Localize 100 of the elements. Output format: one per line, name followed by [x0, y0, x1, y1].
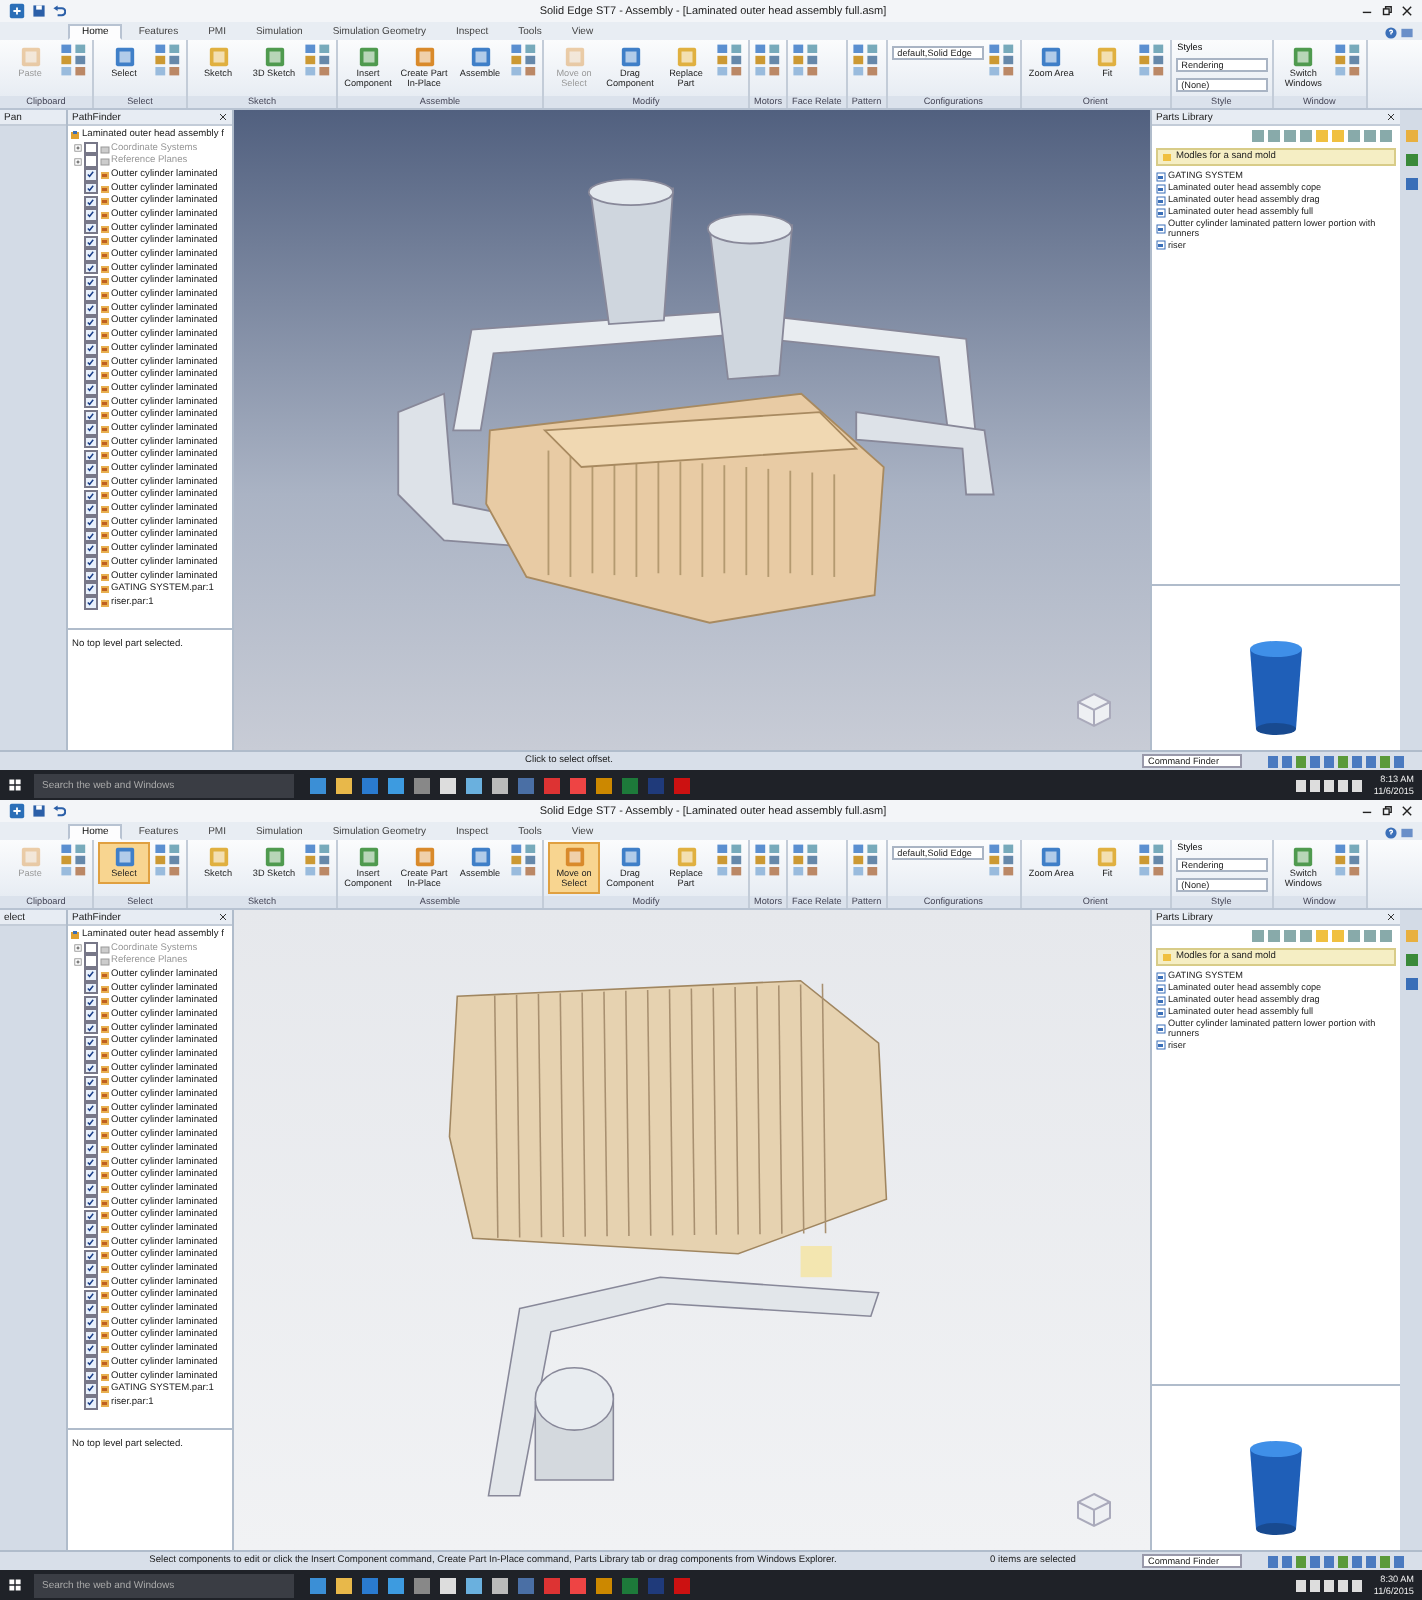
folder-icon — [1162, 152, 1172, 162]
close-icon[interactable] — [1400, 804, 1414, 818]
checkbox[interactable] — [84, 1289, 97, 1303]
checkbox[interactable] — [84, 1209, 97, 1223]
expand-icon[interactable] — [74, 957, 82, 966]
tool-icon — [19, 46, 41, 68]
checkbox[interactable] — [84, 1302, 97, 1316]
toolbar-icons-drawing[interactable] — [154, 42, 182, 78]
checkbox[interactable] — [84, 1342, 97, 1356]
checkbox[interactable] — [84, 1128, 97, 1142]
toolbar-icons-drawing[interactable] — [60, 842, 88, 878]
toolbar-icons-drawing[interactable] — [1137, 842, 1166, 878]
toolbar-icons-drawing[interactable] — [754, 842, 782, 878]
undo-icon[interactable] — [52, 4, 66, 18]
expand-icon[interactable] — [74, 944, 82, 953]
checkbox[interactable] — [84, 154, 97, 168]
checkbox[interactable] — [84, 462, 97, 476]
toolbar-icons-drawing[interactable] — [1333, 842, 1362, 878]
checkbox[interactable] — [84, 368, 97, 382]
checkbox[interactable] — [84, 302, 97, 316]
checkbox[interactable] — [84, 542, 97, 556]
3d-viewport[interactable] — [234, 110, 1150, 750]
close-icon[interactable] — [1400, 4, 1414, 18]
windows-start-icon[interactable] — [8, 1578, 22, 1592]
toolbar-icons-drawing[interactable] — [792, 842, 821, 878]
close-icon[interactable] — [218, 112, 228, 122]
checkbox[interactable] — [84, 422, 97, 436]
checkbox[interactable] — [84, 489, 97, 503]
toolbar-icons-drawing[interactable] — [154, 842, 182, 878]
checkbox[interactable] — [84, 195, 97, 209]
checkbox[interactable] — [84, 502, 97, 516]
checkbox[interactable] — [84, 248, 97, 262]
tool-icon — [1292, 846, 1315, 868]
help-icon[interactable] — [1384, 826, 1398, 840]
toolbar-icons-drawing[interactable] — [851, 842, 880, 878]
checkbox[interactable] — [84, 1249, 97, 1263]
checkbox[interactable] — [84, 941, 97, 955]
checkbox[interactable] — [84, 556, 97, 570]
checkbox[interactable] — [84, 328, 97, 342]
undo-icon[interactable] — [52, 804, 66, 818]
checkbox[interactable] — [84, 1182, 97, 1196]
checkbox[interactable] — [84, 1382, 97, 1396]
checkbox[interactable] — [84, 1008, 97, 1022]
close-icon[interactable] — [1386, 912, 1396, 922]
help-icon[interactable] — [1384, 26, 1398, 40]
save-icon[interactable] — [32, 804, 46, 818]
toolbar-icons-drawing[interactable] — [716, 42, 744, 78]
expand-icon[interactable] — [74, 157, 82, 166]
checkbox[interactable] — [84, 1168, 97, 1182]
checkbox[interactable] — [84, 208, 97, 222]
expand-icon[interactable] — [74, 144, 82, 153]
checkbox[interactable] — [84, 1048, 97, 1062]
assembly-icon — [70, 129, 80, 140]
checkbox[interactable] — [84, 342, 97, 356]
checkbox[interactable] — [84, 1075, 97, 1089]
toolbar-icons-drawing[interactable] — [304, 842, 332, 878]
checkbox[interactable] — [84, 1035, 97, 1049]
toolbar-icons-drawing[interactable] — [716, 842, 744, 878]
checkbox[interactable] — [84, 1262, 97, 1276]
checkbox[interactable] — [84, 382, 97, 396]
close-icon[interactable] — [1386, 112, 1396, 122]
checkbox[interactable] — [84, 596, 97, 610]
checkbox[interactable] — [84, 1088, 97, 1102]
toolbar-icons-drawing[interactable] — [60, 42, 88, 78]
tool-icon — [113, 46, 135, 68]
checkbox[interactable] — [84, 141, 97, 155]
checkbox[interactable] — [84, 1102, 97, 1116]
checkbox[interactable] — [84, 582, 97, 596]
toolbar-icons-drawing[interactable] — [304, 42, 332, 78]
checkbox[interactable] — [84, 275, 97, 289]
checkbox[interactable] — [84, 288, 97, 302]
toolbar-icons-drawing[interactable] — [987, 42, 1016, 78]
checkbox[interactable] — [84, 168, 97, 182]
toolbar-icons-drawing[interactable] — [851, 42, 880, 78]
checkbox[interactable] — [84, 409, 97, 423]
checkbox[interactable] — [84, 1222, 97, 1236]
checkbox[interactable] — [84, 1316, 97, 1330]
toolbar-icons-drawing[interactable] — [987, 842, 1016, 878]
toolbar-icons-drawing[interactable] — [510, 842, 538, 878]
checkbox[interactable] — [84, 968, 97, 982]
checkbox[interactable] — [84, 516, 97, 530]
save-icon[interactable] — [32, 4, 46, 18]
toolbar-icons-drawing[interactable] — [754, 42, 782, 78]
checkbox[interactable] — [84, 1142, 97, 1156]
toolbar-icons-drawing[interactable] — [792, 42, 821, 78]
close-icon[interactable] — [218, 912, 228, 922]
toolbar-icons-drawing[interactable] — [510, 42, 538, 78]
checkbox[interactable] — [84, 995, 97, 1009]
toolbar-icons-drawing[interactable] — [1333, 42, 1362, 78]
checkbox[interactable] — [84, 235, 97, 249]
restore-icon[interactable] — [1380, 804, 1394, 818]
checkbox[interactable] — [84, 1356, 97, 1370]
checkbox[interactable] — [84, 449, 97, 463]
restore-icon[interactable] — [1380, 4, 1394, 18]
toolbar-icons-drawing[interactable] — [1137, 42, 1166, 78]
folder-icon — [1162, 952, 1172, 962]
tool-icon — [19, 846, 41, 868]
windows-start-icon[interactable] — [8, 778, 22, 792]
checkbox[interactable] — [84, 954, 97, 968]
checkbox[interactable] — [84, 1396, 97, 1410]
